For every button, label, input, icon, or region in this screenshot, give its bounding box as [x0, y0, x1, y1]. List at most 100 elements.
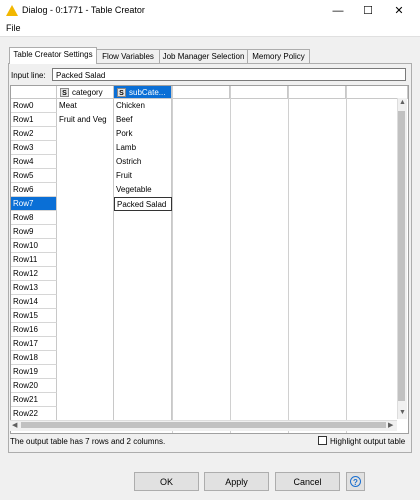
warning-icon	[6, 5, 18, 16]
subcategory-cell[interactable]	[114, 239, 172, 253]
row-header[interactable]: Row21	[11, 393, 57, 407]
close-button[interactable]: ✕	[385, 3, 413, 19]
category-cell[interactable]	[57, 337, 114, 351]
category-cell[interactable]	[57, 323, 114, 337]
column-header-category[interactable]: S category	[57, 86, 114, 99]
category-cell[interactable]	[57, 365, 114, 379]
tab-table-creator-settings[interactable]: Table Creator Settings	[9, 47, 97, 64]
category-cell[interactable]	[57, 239, 114, 253]
vertical-scroll-thumb[interactable]	[398, 111, 405, 401]
tab-flow-variables[interactable]: Flow Variables	[96, 49, 160, 63]
category-cell[interactable]	[57, 407, 114, 421]
subcategory-cell[interactable]	[114, 225, 172, 239]
empty-column-header[interactable]	[288, 86, 346, 99]
row-header[interactable]: Row4	[11, 155, 57, 169]
subcategory-cell[interactable]: Pork	[114, 127, 172, 141]
window-title: Dialog - 0:1771 - Table Creator	[22, 5, 145, 15]
category-cell[interactable]	[57, 225, 114, 239]
row-header[interactable]: Row10	[11, 239, 57, 253]
row-header[interactable]: Row6	[11, 183, 57, 197]
tab-memory-policy[interactable]: Memory Policy	[247, 49, 310, 63]
subcategory-cell[interactable]	[114, 309, 172, 323]
row-header[interactable]: Row19	[11, 365, 57, 379]
subcategory-cell[interactable]: Fruit	[114, 169, 172, 183]
cancel-button[interactable]: Cancel	[275, 472, 340, 491]
category-cell[interactable]	[57, 379, 114, 393]
category-cell[interactable]: Meat	[57, 99, 114, 113]
category-cell[interactable]	[57, 309, 114, 323]
category-cell[interactable]	[57, 267, 114, 281]
scroll-right-arrow-icon[interactable]: ▶	[388, 421, 393, 429]
row-header[interactable]: Row3	[11, 141, 57, 155]
scroll-down-arrow-icon[interactable]: ▼	[399, 409, 406, 416]
tab-job-manager-selection[interactable]: Job Manager Selection	[159, 49, 248, 63]
scroll-left-arrow-icon[interactable]: ◀	[12, 421, 17, 429]
subcategory-cell[interactable]	[114, 393, 172, 407]
row-header[interactable]: Row17	[11, 337, 57, 351]
highlight-output-checkbox[interactable]	[318, 436, 327, 445]
row-header[interactable]: Row8	[11, 211, 57, 225]
minimize-button[interactable]: —	[324, 3, 352, 19]
row-header[interactable]: Row0	[11, 99, 57, 113]
subcategory-cell[interactable]	[114, 211, 172, 225]
row-header[interactable]: Row14	[11, 295, 57, 309]
apply-button[interactable]: Apply	[204, 472, 269, 491]
row-header[interactable]: Row18	[11, 351, 57, 365]
category-cell[interactable]	[57, 393, 114, 407]
category-cell[interactable]	[57, 295, 114, 309]
row-header[interactable]: Row2	[11, 127, 57, 141]
maximize-button[interactable]: ☐	[354, 3, 382, 19]
row-header[interactable]: Row7	[11, 197, 57, 211]
subcategory-cell[interactable]	[114, 407, 172, 421]
subcategory-cell[interactable]	[114, 323, 172, 337]
subcategory-cell[interactable]	[114, 365, 172, 379]
empty-column-header[interactable]	[230, 86, 288, 99]
category-cell[interactable]: Fruit and Veg	[57, 113, 114, 127]
subcategory-cell[interactable]	[114, 295, 172, 309]
subcategory-cell[interactable]	[114, 253, 172, 267]
row-header[interactable]: Row1	[11, 113, 57, 127]
subcategory-cell[interactable]: Beef	[114, 113, 172, 127]
category-cell[interactable]	[57, 141, 114, 155]
row-header[interactable]: Row13	[11, 281, 57, 295]
subcategory-cell[interactable]: Ostrich	[114, 155, 172, 169]
empty-column-header[interactable]	[172, 86, 230, 99]
corner-header	[11, 86, 57, 99]
scroll-up-arrow-icon[interactable]: ▲	[399, 99, 406, 106]
row-header[interactable]: Row20	[11, 379, 57, 393]
string-type-icon: S	[60, 88, 69, 97]
subcategory-cell[interactable]	[114, 267, 172, 281]
subcategory-cell[interactable]	[114, 281, 172, 295]
subcategory-cell[interactable]	[114, 379, 172, 393]
horizontal-scroll-thumb[interactable]	[21, 422, 386, 428]
row-header[interactable]: Row16	[11, 323, 57, 337]
category-cell[interactable]	[57, 169, 114, 183]
grid-line	[346, 86, 347, 433]
category-cell[interactable]	[57, 197, 114, 211]
column-header-subcategory[interactable]: S subCate...	[114, 86, 172, 99]
category-cell[interactable]	[57, 211, 114, 225]
category-cell[interactable]	[57, 127, 114, 141]
subcategory-cell[interactable]: Vegetable	[114, 183, 172, 197]
row-header[interactable]: Row22	[11, 407, 57, 421]
row-header[interactable]: Row9	[11, 225, 57, 239]
menu-file[interactable]: File	[6, 23, 21, 33]
input-line-label: Input line:	[11, 71, 46, 80]
ok-button[interactable]: OK	[134, 472, 199, 491]
input-line-field[interactable]: Packed Salad	[52, 68, 406, 81]
subcategory-cell[interactable]: Packed Salad	[114, 197, 172, 211]
category-cell[interactable]	[57, 183, 114, 197]
subcategory-cell[interactable]	[114, 337, 172, 351]
subcategory-cell[interactable]: Lamb	[114, 141, 172, 155]
category-cell[interactable]	[57, 155, 114, 169]
category-cell[interactable]	[57, 281, 114, 295]
subcategory-cell[interactable]: Chicken	[114, 99, 172, 113]
row-header[interactable]: Row11	[11, 253, 57, 267]
category-cell[interactable]	[57, 351, 114, 365]
help-button[interactable]: ?	[346, 472, 365, 491]
row-header[interactable]: Row12	[11, 267, 57, 281]
row-header[interactable]: Row15	[11, 309, 57, 323]
category-cell[interactable]	[57, 253, 114, 267]
subcategory-cell[interactable]	[114, 351, 172, 365]
row-header[interactable]: Row5	[11, 169, 57, 183]
